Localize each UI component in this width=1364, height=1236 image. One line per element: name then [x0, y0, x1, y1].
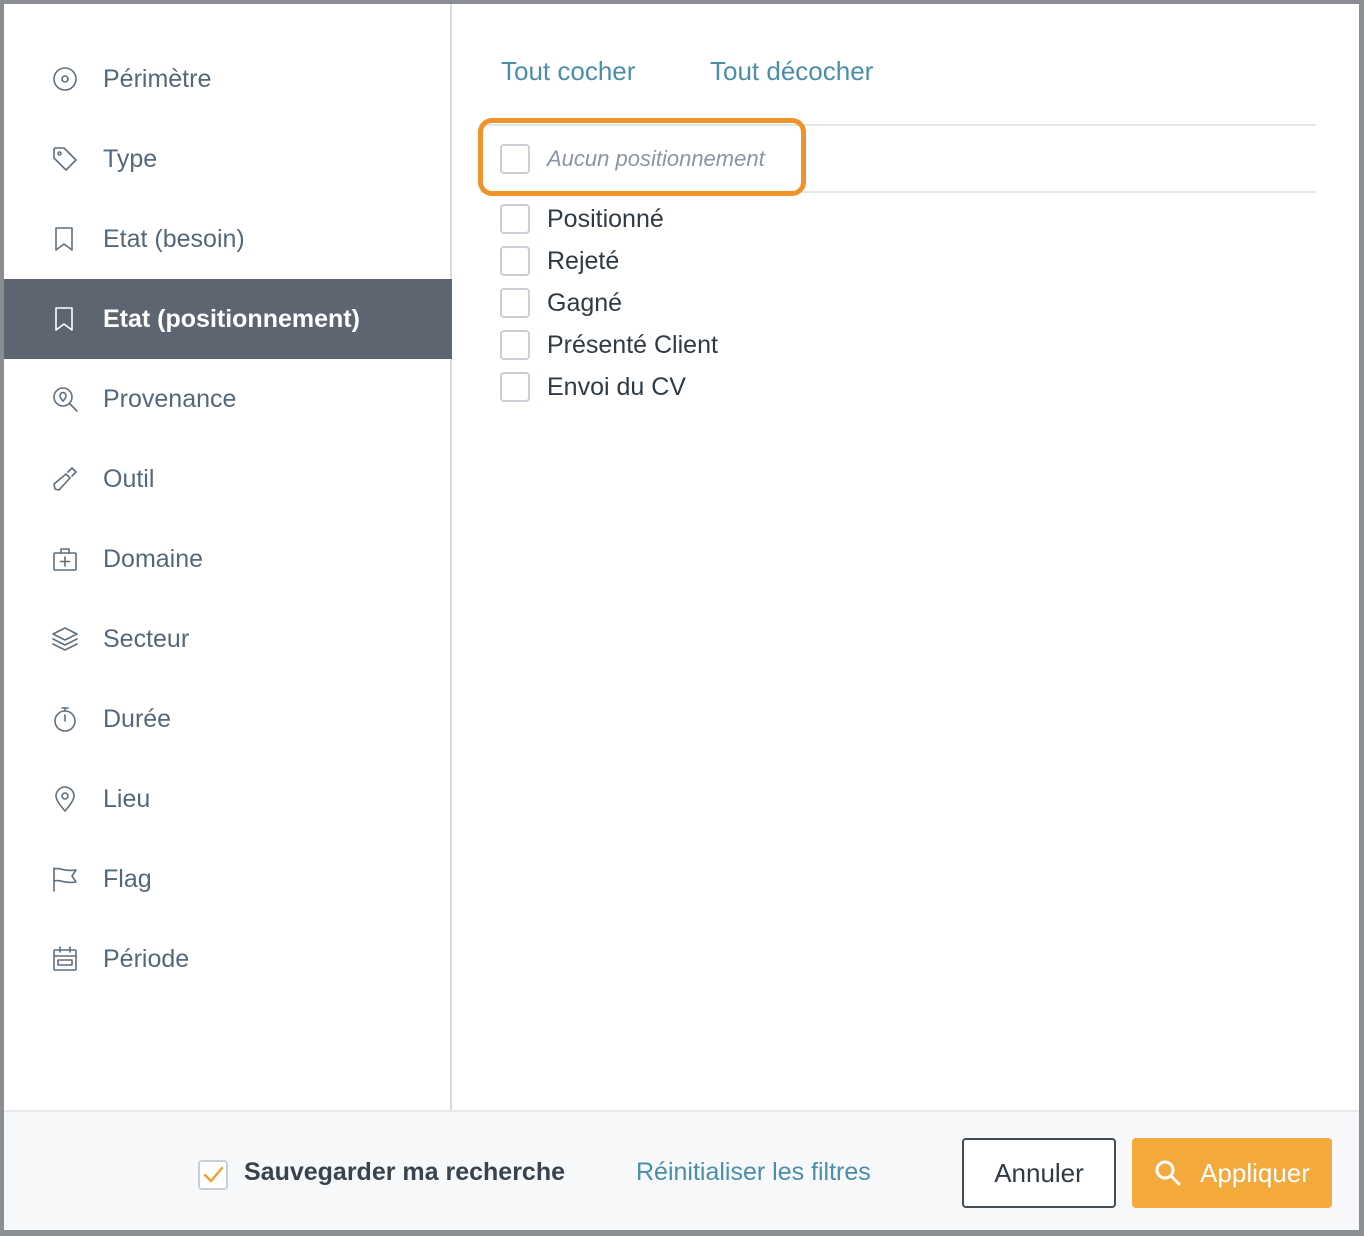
filter-content: Tout cocher Tout décocher Aucun position… — [454, 4, 1359, 1110]
search-icon — [1155, 1160, 1181, 1186]
sidebar-item-label: Domaine — [103, 545, 204, 573]
checkbox[interactable] — [500, 372, 530, 402]
checkbox[interactable] — [500, 288, 530, 318]
medical-case-icon — [51, 545, 79, 573]
sidebar-item-secteur[interactable]: Secteur — [4, 599, 452, 679]
layers-icon — [51, 625, 79, 653]
sidebar-item-label: Durée — [103, 705, 172, 733]
sidebar-item-label: Outil — [103, 465, 155, 493]
bookmark-icon — [51, 225, 79, 253]
checkbox[interactable] — [500, 246, 530, 276]
flag-icon — [51, 865, 79, 893]
sidebar-item-type[interactable]: Type — [4, 119, 452, 199]
checkbox[interactable] — [500, 204, 530, 234]
sidebar-item-label: Période — [103, 945, 190, 973]
checkmark-icon — [203, 1166, 224, 1183]
calendar-icon — [51, 945, 79, 973]
cancel-button[interactable]: Annuler — [962, 1138, 1116, 1208]
filter-modal: Périmètre Type Etat (besoin) Etat (posit… — [4, 4, 1359, 1230]
sidebar-item-perimetre[interactable]: Périmètre — [4, 39, 452, 119]
sidebar-item-duree[interactable]: Durée — [4, 679, 452, 759]
option-label: Gagné — [547, 288, 623, 317]
option-label: Aucun positionnement — [547, 146, 765, 171]
save-search-label[interactable]: Sauvegarder ma recherche — [244, 1158, 565, 1187]
stopwatch-icon — [51, 705, 79, 733]
sidebar-item-label: Périmètre — [103, 65, 212, 93]
reset-filters-link[interactable]: Réinitialiser les filtres — [636, 1158, 871, 1187]
map-pin-icon — [51, 785, 79, 813]
tag-icon — [51, 145, 79, 173]
option-label: Rejeté — [547, 246, 620, 275]
sidebar-item-label: Secteur — [103, 625, 190, 653]
location-search-icon — [51, 385, 79, 413]
sidebar-item-etat-positionnement[interactable]: Etat (positionnement) — [4, 279, 452, 359]
sidebar-item-label: Type — [103, 145, 158, 173]
sidebar-item-etat-besoin[interactable]: Etat (besoin) — [4, 199, 452, 279]
check-all-link[interactable]: Tout cocher — [501, 56, 635, 87]
cancel-button-label: Annuler — [994, 1157, 1084, 1188]
apply-button[interactable]: Appliquer — [1132, 1138, 1332, 1208]
sidebar-item-flag[interactable]: Flag — [4, 839, 452, 919]
uncheck-all-link[interactable]: Tout décocher — [710, 56, 873, 87]
tool-icon — [51, 465, 79, 493]
filter-sidebar: Périmètre Type Etat (besoin) Etat (posit… — [4, 4, 452, 1110]
option-label: Envoi du CV — [547, 372, 686, 401]
sidebar-item-periode[interactable]: Période — [4, 919, 452, 999]
checkbox[interactable] — [500, 144, 530, 174]
sidebar-item-label: Lieu — [103, 785, 151, 813]
option-label: Positionné — [547, 204, 664, 233]
option-presente-client[interactable]: Présenté Client — [500, 329, 718, 361]
apply-button-label: Appliquer — [1200, 1157, 1310, 1188]
sidebar-item-label: Provenance — [103, 385, 237, 413]
option-positionne[interactable]: Positionné — [500, 203, 664, 235]
sidebar-item-lieu[interactable]: Lieu — [4, 759, 452, 839]
sidebar-item-label: Etat (positionnement) — [103, 305, 360, 333]
sidebar-item-outil[interactable]: Outil — [4, 439, 452, 519]
sidebar-item-label: Flag — [103, 865, 152, 893]
save-search-checkbox[interactable] — [198, 1160, 228, 1190]
sidebar-item-label: Etat (besoin) — [103, 225, 245, 253]
option-gagne[interactable]: Gagné — [500, 287, 622, 319]
option-envoi-cv[interactable]: Envoi du CV — [500, 371, 686, 403]
option-none[interactable]: Aucun positionnement — [500, 143, 765, 175]
target-icon — [51, 65, 79, 93]
sidebar-item-domaine[interactable]: Domaine — [4, 519, 452, 599]
checkbox[interactable] — [500, 330, 530, 360]
option-rejete[interactable]: Rejeté — [500, 245, 619, 277]
bookmark-icon — [51, 305, 79, 333]
sidebar-item-provenance[interactable]: Provenance — [4, 359, 452, 439]
option-label: Présenté Client — [547, 330, 718, 359]
modal-footer: Sauvegarder ma recherche Réinitialiser l… — [4, 1110, 1359, 1230]
